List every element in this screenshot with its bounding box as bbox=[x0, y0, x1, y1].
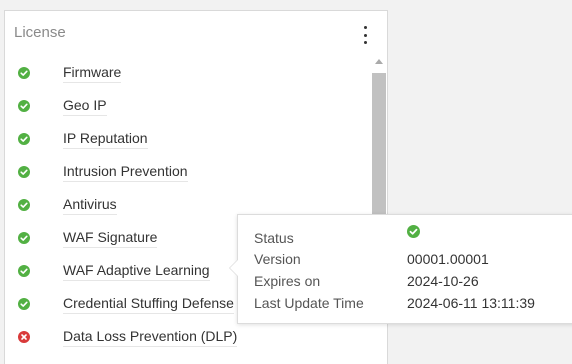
license-label: WAF Adaptive Learning bbox=[63, 262, 210, 281]
list-item[interactable]: Firmware bbox=[5, 59, 375, 87]
list-item[interactable]: Data Loss Prevention (DLP) bbox=[5, 323, 375, 349]
check-circle-icon bbox=[407, 225, 420, 238]
license-label: Data Loss Prevention (DLP) bbox=[63, 328, 238, 347]
check-circle-icon bbox=[18, 199, 30, 211]
check-circle-icon bbox=[18, 298, 30, 310]
license-label: WAF Signature bbox=[63, 229, 158, 248]
status-label: Status bbox=[254, 230, 294, 246]
license-tooltip: Status Version 00001.00001 Expires on 20… bbox=[229, 214, 572, 324]
check-circle-icon bbox=[18, 265, 30, 277]
list-item[interactable]: Geo IP bbox=[5, 92, 375, 120]
list-item[interactable]: Intrusion Prevention bbox=[5, 158, 375, 186]
check-circle-icon bbox=[18, 232, 30, 244]
kebab-menu-icon[interactable] bbox=[360, 25, 370, 45]
scroll-up-arrow-icon[interactable] bbox=[375, 59, 383, 64]
license-label: Intrusion Prevention bbox=[63, 163, 188, 182]
version-value: 00001.00001 bbox=[407, 251, 489, 267]
check-circle-icon bbox=[18, 133, 30, 145]
error-circle-icon bbox=[18, 331, 30, 343]
last-update-label: Last Update Time bbox=[254, 295, 364, 311]
panel-title: License bbox=[14, 24, 66, 41]
check-circle-icon bbox=[18, 166, 30, 178]
check-circle-icon bbox=[18, 100, 30, 112]
license-label: Credential Stuffing Defense bbox=[63, 295, 234, 314]
list-item[interactable]: IP Reputation bbox=[5, 125, 375, 153]
version-label: Version bbox=[254, 251, 301, 267]
check-circle-icon bbox=[18, 67, 30, 79]
license-label: Firmware bbox=[63, 64, 122, 83]
license-label: Geo IP bbox=[63, 97, 107, 116]
expires-value: 2024-10-26 bbox=[407, 273, 479, 289]
expires-label: Expires on bbox=[254, 273, 321, 289]
license-label: IP Reputation bbox=[63, 130, 148, 149]
last-update-value: 2024-06-11 13:11:39 bbox=[407, 295, 535, 311]
license-label: Antivirus bbox=[63, 196, 117, 215]
